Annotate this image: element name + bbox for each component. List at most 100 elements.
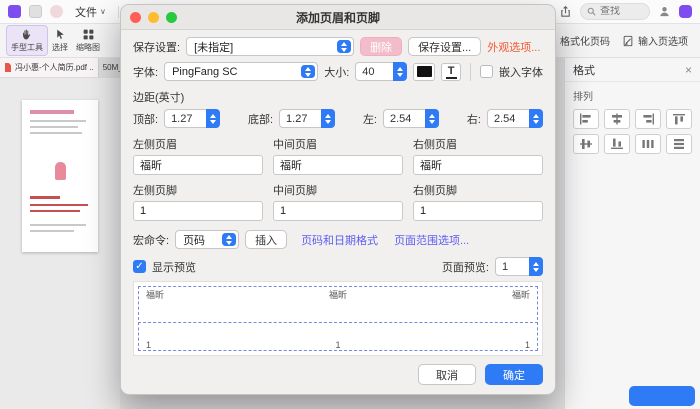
select-arrows-icon: [301, 65, 315, 78]
close-icon[interactable]: ×: [685, 63, 692, 77]
left-footer-input[interactable]: [133, 201, 263, 221]
insert-button[interactable]: 插入: [245, 230, 287, 249]
select-tool-label: 选择: [52, 42, 68, 53]
zoom-window-button[interactable]: [166, 12, 177, 23]
margin-top-label: 顶部:: [133, 111, 158, 127]
align-left-button[interactable]: [573, 109, 599, 129]
stepper-arrows-icon[interactable]: [529, 109, 543, 128]
page-preview-label: 页面预览:: [442, 259, 489, 275]
page-input-options-button[interactable]: 输入页选项: [622, 33, 688, 48]
stepper-arrows-icon[interactable]: [393, 62, 407, 81]
align-left-icon: [579, 113, 593, 125]
page-preview-stepper[interactable]: 1: [495, 257, 543, 276]
center-header-input[interactable]: [273, 155, 403, 175]
right-header-input[interactable]: [413, 155, 543, 175]
header-labels-row: 左侧页眉 中间页眉 右侧页眉: [133, 136, 543, 152]
stepper-arrows-icon[interactable]: [425, 109, 439, 128]
font-color-swatch[interactable]: [413, 63, 435, 81]
app-logo-icon[interactable]: [8, 5, 21, 18]
appearance-options-link[interactable]: 外观选项...: [487, 39, 540, 55]
embed-font-label: 嵌入字体: [499, 64, 543, 80]
preview-page-break-line: [138, 322, 538, 323]
save-settings-button[interactable]: 保存设置...: [408, 37, 481, 56]
arrange-section-label: 排列: [565, 82, 700, 105]
close-window-button[interactable]: [130, 12, 141, 23]
right-footer-input[interactable]: [413, 201, 543, 221]
toolbar-right-items: 格式化页码 输入页选项: [544, 33, 694, 48]
margin-right-stepper[interactable]: 2.54: [487, 109, 543, 128]
center-footer-label: 中间页脚: [273, 182, 403, 198]
align-middle-button[interactable]: [573, 134, 599, 154]
distribute-horizontal-button[interactable]: [635, 134, 661, 154]
align-right-icon: [641, 113, 655, 125]
save-settings-select[interactable]: [未指定]: [186, 37, 354, 56]
align-top-button[interactable]: [666, 109, 692, 129]
hand-icon: [21, 28, 34, 41]
text-format-button[interactable]: T: [441, 63, 461, 81]
menu-file[interactable]: 文件 ∨: [71, 2, 110, 22]
right-footer-label: 右侧页脚: [413, 182, 543, 198]
hand-tool-button[interactable]: 手型工具: [6, 25, 48, 56]
cursor-icon: [54, 28, 67, 41]
margin-bottom-stepper[interactable]: 1.27: [279, 109, 335, 128]
stepper-arrows-icon[interactable]: [321, 109, 335, 128]
thumbnail-tool-button[interactable]: 缩略图: [72, 26, 104, 55]
select-tool-button[interactable]: 选择: [48, 26, 72, 55]
thumbnail-decor: [30, 120, 86, 122]
format-panel-title: 格式: [573, 62, 595, 78]
minimize-window-button[interactable]: [148, 12, 159, 23]
margin-top-stepper[interactable]: 1.27: [164, 109, 220, 128]
distribute-vertical-button[interactable]: [666, 134, 692, 154]
window-controls: [130, 12, 177, 23]
margin-bottom-group: 底部: 1.27: [248, 109, 335, 128]
stepper-arrows-icon[interactable]: [206, 109, 220, 128]
share-icon[interactable]: [559, 5, 572, 18]
cancel-button[interactable]: 取消: [418, 364, 476, 385]
macro-select[interactable]: 页码: [175, 230, 239, 249]
alignment-icon-grid: [565, 105, 700, 158]
center-footer-input[interactable]: [273, 201, 403, 221]
font-select[interactable]: PingFang SC: [164, 62, 318, 81]
ok-button[interactable]: 确定: [485, 364, 543, 385]
page-range-options-link[interactable]: 页面范围选项...: [394, 232, 469, 248]
header-inputs-row: [133, 155, 543, 175]
delete-button[interactable]: 删除: [360, 37, 402, 56]
show-preview-checkbox[interactable]: ✓: [133, 260, 146, 273]
size-stepper[interactable]: 40: [355, 62, 407, 81]
margin-top-value: 1.27: [164, 109, 206, 128]
document-tab-active[interactable]: 冯小惠-个人简历.pdf ..: [0, 58, 98, 77]
left-header-input[interactable]: [133, 155, 263, 175]
page-thumbnail[interactable]: [22, 100, 98, 252]
undo-icon[interactable]: [50, 5, 63, 18]
macro-label: 宏命令:: [133, 232, 169, 248]
thumbnail-decor: [30, 204, 88, 206]
stepper-arrows-icon[interactable]: [529, 257, 543, 276]
page-preview-area: 福昕 福昕 福昕 1 1 1: [133, 281, 543, 356]
panel-primary-button[interactable]: [629, 386, 695, 406]
search-box[interactable]: [580, 3, 650, 20]
margin-left-stepper[interactable]: 2.54: [383, 109, 439, 128]
align-top-icon: [672, 113, 686, 125]
align-right-button[interactable]: [635, 109, 661, 129]
page-input-options-label: 输入页选项: [638, 33, 688, 48]
search-input[interactable]: [600, 6, 640, 17]
save-icon[interactable]: [29, 5, 42, 18]
user-icon[interactable]: [658, 5, 671, 18]
dialog-titlebar: 添加页眉和页脚: [121, 5, 555, 30]
embed-font-checkbox[interactable]: [480, 65, 493, 78]
save-settings-value: [未指定]: [194, 39, 233, 55]
thumbnail-decor: [30, 132, 82, 134]
thumbnail-tool-label: 缩略图: [76, 42, 100, 53]
dialog-title: 添加页眉和页脚: [296, 9, 380, 26]
margin-bottom-value: 1.27: [279, 109, 321, 128]
format-panel-header: 格式 ×: [565, 58, 700, 82]
align-bottom-button[interactable]: [604, 134, 630, 154]
document-tabs: 冯小惠-个人简历.pdf .. 50M_..: [0, 58, 120, 78]
assistant-icon[interactable]: [679, 5, 692, 18]
document-tab-inactive[interactable]: 50M_..: [98, 58, 120, 77]
grid-icon: [82, 28, 95, 41]
page-number-date-format-link[interactable]: 页码和日期格式: [301, 232, 378, 248]
align-center-horizontal-button[interactable]: [604, 109, 630, 129]
preview-controls-row: ✓ 显示预览 页面预览: 1: [133, 257, 543, 276]
add-header-footer-dialog: 添加页眉和页脚 保存设置: [未指定] 删除 保存设置... 外观选项... 字…: [120, 4, 556, 395]
